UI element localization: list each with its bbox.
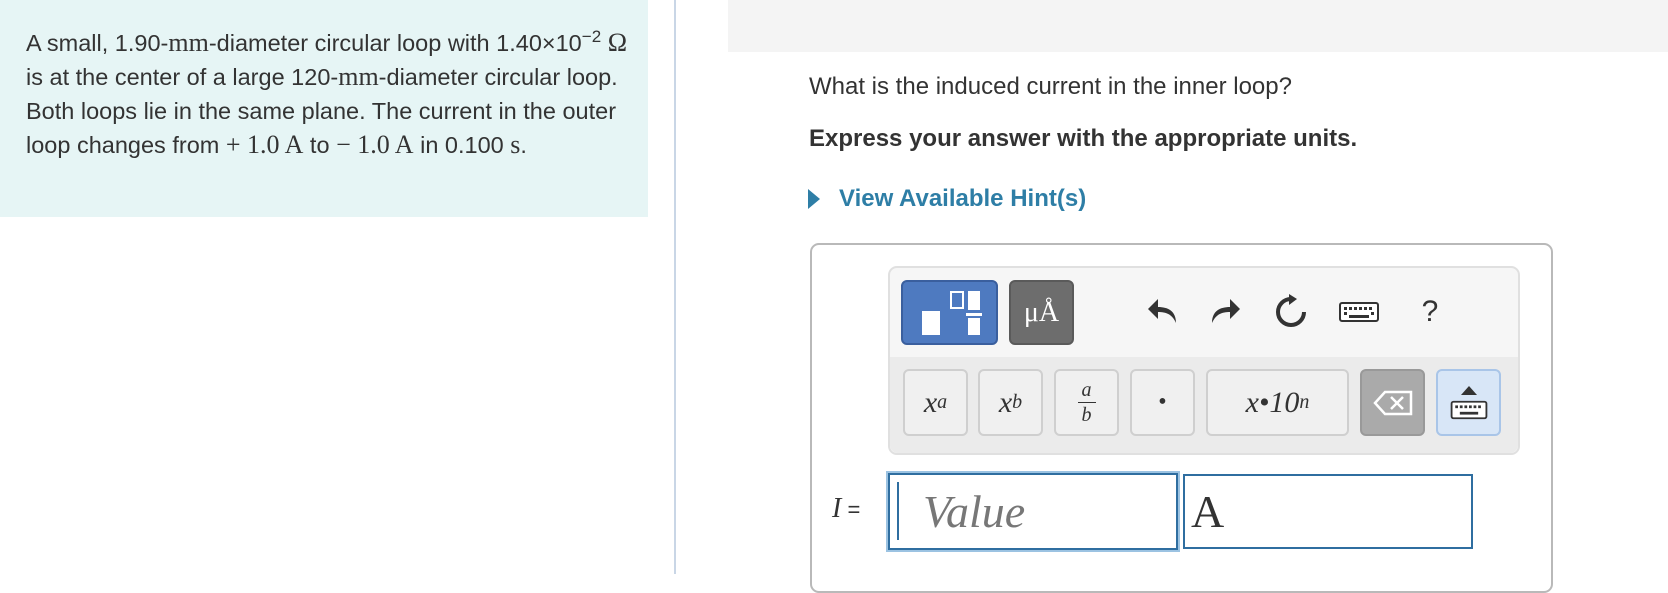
redo-icon[interactable] <box>1205 292 1245 332</box>
undo-icon[interactable] <box>1143 292 1183 332</box>
subscript-key[interactable]: xb <box>978 369 1043 436</box>
current-initial: + 1.0 A <box>225 129 304 159</box>
key-glyph-exp: n <box>1299 391 1310 413</box>
key-glyph-sub: b <box>1012 391 1023 413</box>
keyboard-icon <box>1450 400 1487 419</box>
keyboard-shortcuts-icon[interactable] <box>1337 292 1381 332</box>
key-glyph: x•10 <box>1245 385 1300 419</box>
unit-mm: mm <box>168 27 209 57</box>
problem-text: A small, 1.90- <box>26 29 169 56</box>
exponent: −2 <box>581 27 602 46</box>
value-input[interactable] <box>888 473 1178 550</box>
unit-s: s <box>510 129 521 159</box>
templates-button[interactable] <box>901 280 998 345</box>
current-final: − 1.0 A <box>336 129 414 159</box>
problem-text: -diameter circular loop with 1.40×10 <box>208 29 582 56</box>
expand-triangle-icon <box>808 189 820 209</box>
question-text: What is the induced current in the inner… <box>809 73 1292 100</box>
panel-divider <box>674 0 676 574</box>
reset-icon[interactable] <box>1271 292 1311 332</box>
units-button[interactable]: μÅ <box>1009 280 1074 345</box>
unit-input[interactable]: A <box>1183 474 1473 549</box>
problem-text: is at the center of a large 120- <box>26 63 339 90</box>
dot-key[interactable]: • <box>1130 369 1195 436</box>
answer-variable: I = <box>832 493 860 525</box>
problem-statement: A small, 1.90-mm-diameter circular loop … <box>0 0 648 217</box>
superscript-key[interactable]: xa <box>903 369 968 436</box>
key-glyph: x <box>998 385 1013 419</box>
arrow-up-icon <box>1460 385 1477 395</box>
instruction-text: Express your answer with the appropriate… <box>809 125 1358 152</box>
fraction-denominator: b <box>1081 404 1092 426</box>
fraction-key[interactable]: a b <box>1054 369 1119 436</box>
backspace-icon <box>1372 390 1412 415</box>
unit-ohm: Ω <box>607 27 628 57</box>
problem-text: . <box>520 131 527 158</box>
templates-icon <box>921 290 982 335</box>
unit-mm: mm <box>338 61 379 91</box>
scientific-notation-key[interactable]: x•10 n <box>1206 369 1349 436</box>
math-toolbar: μÅ ? xa xb a b • x•10 n <box>888 266 1520 455</box>
backspace-key[interactable] <box>1360 369 1425 436</box>
equals-sign: = <box>841 497 861 522</box>
fraction-bar <box>1077 402 1096 403</box>
toggle-keyboard-key[interactable] <box>1436 369 1501 436</box>
fraction-numerator: a <box>1081 379 1092 401</box>
view-hints-label: View Available Hint(s) <box>839 185 1087 212</box>
problem-text: in 0.100 <box>413 131 511 158</box>
key-glyph-exp: a <box>937 391 948 413</box>
view-hints-link[interactable]: View Available Hint(s) <box>808 185 1086 213</box>
help-button[interactable]: ? <box>1410 292 1450 332</box>
problem-text: to <box>303 131 337 158</box>
part-header-bar <box>728 0 1668 52</box>
key-glyph: x <box>923 385 938 419</box>
variable-symbol: I <box>832 493 842 524</box>
text-cursor <box>897 482 899 540</box>
